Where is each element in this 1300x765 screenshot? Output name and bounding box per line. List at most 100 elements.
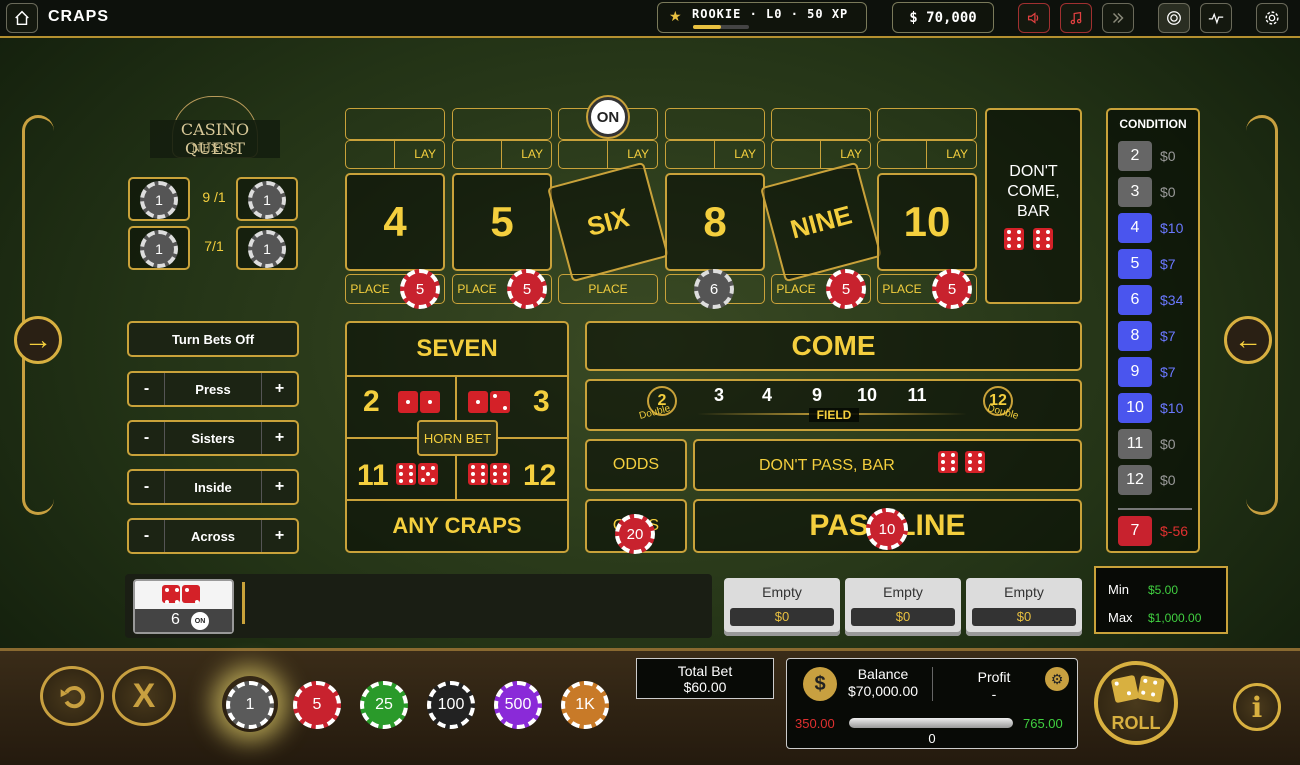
odds-chip[interactable]: 20 xyxy=(615,514,655,554)
eleven-dice xyxy=(395,463,439,490)
buy-bet-3[interactable] xyxy=(665,108,765,140)
profit-settings-button[interactable]: ⚙ xyxy=(1045,667,1069,691)
undo-button[interactable] xyxy=(40,666,104,726)
buy-bet-1[interactable] xyxy=(452,108,552,140)
clear-bets-button[interactable]: X xyxy=(112,666,176,726)
profit-range-slider[interactable] xyxy=(849,718,1013,728)
shortcut-label: Across xyxy=(190,528,236,544)
rank-panel[interactable]: ★ ROOKIE · L0 · 50 XP xyxy=(657,2,867,33)
fast-forward-button[interactable] xyxy=(1102,3,1134,33)
top-bar: CRAPS ★ ROOKIE · L0 · 50 XP $ 70,000 xyxy=(0,0,1300,38)
lay-bet-5[interactable]: LAY xyxy=(877,140,977,169)
chip-25[interactable]: 25 xyxy=(360,681,408,729)
music-button[interactable] xyxy=(1060,3,1092,33)
pass-line-chip[interactable]: 10 xyxy=(866,508,908,550)
number-8-box[interactable]: 8 xyxy=(665,173,765,271)
hardway-chip[interactable]: 1 xyxy=(140,230,178,268)
buy-bet-4[interactable] xyxy=(771,108,871,140)
condition-value-2: $0 xyxy=(1160,148,1176,164)
number-nine-box[interactable]: NINE xyxy=(760,161,882,283)
lay-label: LAY xyxy=(946,147,968,161)
right-ornament xyxy=(1246,115,1278,515)
place-bet-2[interactable]: PLACE xyxy=(558,274,658,304)
dont-come-bar[interactable]: DON'T COME, BAR xyxy=(985,108,1082,304)
field-bet[interactable]: 2 Double 12 Double 3 4 9 10 11 FIELD xyxy=(585,379,1082,431)
chip-500[interactable]: 500 xyxy=(494,681,542,729)
nav-prev-button[interactable]: ← xyxy=(1224,316,1272,364)
chip-1[interactable]: 1 xyxy=(226,681,274,729)
condition-value-4: $10 xyxy=(1160,220,1184,236)
hardway-chip[interactable]: 1 xyxy=(248,230,286,268)
minus-button[interactable]: - xyxy=(129,373,165,405)
gear-icon: ⚙ xyxy=(1050,670,1064,687)
die-pip xyxy=(421,466,425,470)
place-chip[interactable]: 5 xyxy=(932,269,972,309)
plus-button[interactable]: + xyxy=(261,471,297,503)
info-button[interactable]: i xyxy=(1233,683,1281,731)
roll-button[interactable]: ROLL xyxy=(1094,661,1178,745)
home-button[interactable] xyxy=(6,3,38,33)
saved-bet-slot-2[interactable]: Empty $0 xyxy=(845,578,961,636)
horn-bet-button[interactable]: HORN BET xyxy=(417,420,498,456)
seven-bet[interactable]: SEVEN xyxy=(347,323,567,377)
place-chip[interactable]: 5 xyxy=(400,269,440,309)
lay-divider xyxy=(926,141,927,168)
lay-bet-0[interactable]: LAY xyxy=(345,140,445,169)
gear-icon xyxy=(1265,11,1279,25)
die-pip xyxy=(471,479,475,483)
dont-come-dice xyxy=(1003,228,1054,255)
die-pip xyxy=(1150,692,1156,697)
place-chip[interactable]: 6 xyxy=(694,269,734,309)
hardway-chip[interactable]: 1 xyxy=(140,181,178,219)
dont-pass-bar-bet[interactable]: DON'T PASS, BAR xyxy=(693,439,1082,491)
die-pip xyxy=(409,479,413,483)
place-chip[interactable]: 5 xyxy=(826,269,866,309)
die-pip xyxy=(481,479,485,483)
minus-button[interactable]: - xyxy=(129,520,165,552)
saved-bet-slot-1[interactable]: Empty $0 xyxy=(724,578,840,636)
hardway-bet-0[interactable]: 1 xyxy=(128,177,190,221)
hardway-bet-1[interactable]: 1 xyxy=(236,177,298,221)
buy-bet-0[interactable] xyxy=(345,108,445,140)
field-number-10: 10 xyxy=(856,385,878,405)
bet-shortcut-sisters: - Sisters + xyxy=(127,420,299,456)
hardway-bet-3[interactable]: 1 xyxy=(236,226,298,270)
lay-bet-3[interactable]: LAY xyxy=(665,140,765,169)
number-six-box[interactable]: SIX xyxy=(547,161,669,283)
number-5-box[interactable]: 5 xyxy=(452,173,552,271)
settings-button[interactable] xyxy=(1256,3,1288,33)
plus-button[interactable]: + xyxy=(261,520,297,552)
sound-button[interactable] xyxy=(1018,3,1050,33)
stats-button[interactable] xyxy=(1200,3,1232,33)
shortcut-label: Inside xyxy=(194,479,232,495)
max-value: $1,000.00 xyxy=(1148,611,1202,625)
hardway-chip[interactable]: 1 xyxy=(248,181,286,219)
chip-1K[interactable]: 1K xyxy=(561,681,609,729)
come-bet[interactable]: COME xyxy=(585,321,1082,371)
chip-100[interactable]: 100 xyxy=(427,681,475,729)
min-value: $5.00 xyxy=(1148,583,1179,597)
place-chip[interactable]: 5 xyxy=(507,269,547,309)
lay-label: LAY xyxy=(734,147,756,161)
hardway-bet-2[interactable]: 1 xyxy=(128,226,190,270)
hardway-payout: 7/1 xyxy=(204,238,224,254)
dont-pass-odds-bet[interactable]: ODDS xyxy=(585,439,687,491)
minus-button[interactable]: - xyxy=(129,422,165,454)
minus-button[interactable]: - xyxy=(129,471,165,503)
chip-5[interactable]: 5 xyxy=(293,681,341,729)
nav-next-button[interactable]: → xyxy=(14,316,62,364)
die-pip xyxy=(951,467,955,471)
die-icon xyxy=(965,451,985,473)
turn-bets-off-button[interactable]: Turn Bets Off xyxy=(127,321,299,357)
any-craps-bet[interactable]: ANY CRAPS xyxy=(347,501,567,551)
buy-bet-5[interactable] xyxy=(877,108,977,140)
number-10-box[interactable]: 10 xyxy=(877,173,977,271)
plus-button[interactable]: + xyxy=(261,373,297,405)
number-4-box[interactable]: 4 xyxy=(345,173,445,271)
target-button[interactable] xyxy=(1158,3,1190,33)
condition-seven-number: 7 xyxy=(1118,516,1152,546)
saved-bet-slot-3[interactable]: Empty $0 xyxy=(966,578,1082,636)
lay-bet-1[interactable]: LAY xyxy=(452,140,552,169)
plus-button[interactable]: + xyxy=(261,422,297,454)
die-pip xyxy=(968,460,972,464)
